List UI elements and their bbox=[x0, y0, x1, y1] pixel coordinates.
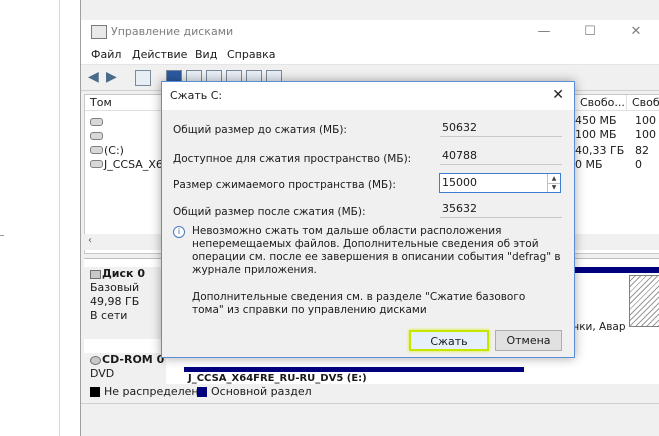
volume-free-percent: 82 bbox=[635, 144, 649, 157]
status-bar bbox=[81, 403, 659, 422]
volume-disk-icon bbox=[90, 132, 103, 140]
dialog-title: Сжать C: bbox=[170, 89, 223, 102]
volume-disk-icon bbox=[90, 118, 103, 126]
disk-0-name: Диск 0 bbox=[102, 267, 145, 280]
hard-disk-icon bbox=[90, 270, 101, 279]
volume-free-space: 40,33 ГБ bbox=[575, 144, 625, 157]
more-info-text: Дополнительные сведения см. в разделе "С… bbox=[192, 291, 526, 316]
back-arrow-icon[interactable]: ◀ bbox=[88, 70, 102, 84]
info-text: Невозможно сжать том дальше области расп… bbox=[192, 225, 561, 276]
menu-bar: Файл Действие Вид Справка bbox=[81, 44, 659, 65]
volume-name[interactable]: J_CCSA_X64 bbox=[104, 158, 170, 171]
panel-divider bbox=[59, 0, 60, 436]
dialog-close-button[interactable]: ✕ bbox=[552, 87, 564, 103]
panel-marker bbox=[0, 235, 4, 236]
disk-0-status: В сети bbox=[90, 309, 128, 322]
total-before-value: 50632 bbox=[440, 119, 562, 137]
disk-0-info[interactable]: Диск 0 Базовый 49,98 ГБ В сети bbox=[84, 267, 166, 339]
shrink-amount-label: Размер сжимаемого пространства (МБ): bbox=[173, 179, 396, 191]
legend-unallocated-swatch bbox=[90, 387, 100, 397]
dialog-titlebar: Сжать C: ✕ bbox=[162, 82, 574, 110]
window-title: Управление дисками bbox=[111, 25, 234, 38]
cdrom-volume-label: J_CCSA_X64FRE_RU-RU_DV5 (E:) bbox=[188, 373, 367, 384]
available-value: 40788 bbox=[440, 147, 562, 165]
selected-partition-hatch[interactable] bbox=[629, 275, 659, 327]
volume-free-space: 0 МБ bbox=[575, 158, 603, 171]
disk-0-size: 49,98 ГБ bbox=[90, 295, 140, 308]
legend: Не распределена Основной раздел bbox=[84, 384, 659, 400]
shrink-dialog: Сжать C: ✕ Общий размер до сжатия (МБ): … bbox=[161, 81, 575, 358]
menu-file[interactable]: Файл bbox=[91, 48, 121, 61]
minimize-button[interactable]: — bbox=[521, 20, 567, 44]
total-after-label: Общий размер после сжатия (МБ): bbox=[173, 206, 366, 218]
column-header-free-space[interactable]: Свобо... bbox=[575, 95, 627, 111]
menu-view[interactable]: Вид bbox=[195, 48, 217, 61]
total-after-value: 35632 bbox=[440, 200, 562, 218]
shrink-amount-stepper[interactable]: 15000 ▲ ▼ bbox=[439, 173, 561, 193]
cdrom-0-info[interactable]: CD-ROM 0 DVD bbox=[84, 353, 166, 387]
scroll-left-icon[interactable]: ‹ bbox=[88, 235, 92, 246]
disk-0-type: Базовый bbox=[90, 281, 140, 294]
cancel-button[interactable]: Отмена bbox=[495, 330, 562, 351]
volume-disk-icon bbox=[90, 160, 103, 168]
available-label: Доступное для сжатия пространство (МБ): bbox=[173, 153, 412, 165]
maximize-button[interactable]: ☐ bbox=[567, 20, 613, 44]
volume-free-percent: 100 bbox=[635, 114, 656, 127]
cdrom-0-name: CD-ROM 0 bbox=[102, 353, 165, 366]
cdrom-icon bbox=[90, 356, 101, 365]
volume-free-percent: 100 bbox=[635, 128, 656, 141]
legend-primary-swatch bbox=[197, 387, 207, 397]
column-header-free-percent[interactable]: Свобо bbox=[627, 95, 659, 111]
close-button[interactable]: ✕ bbox=[613, 20, 659, 44]
info-icon: i bbox=[173, 226, 185, 238]
volume-free-space: 450 МБ bbox=[575, 114, 617, 127]
volume-name[interactable]: (C:) bbox=[104, 144, 124, 157]
shrink-button[interactable]: Сжать bbox=[409, 330, 489, 351]
legend-unallocated-label: Не распределена bbox=[104, 385, 206, 398]
legend-primary-label: Основной раздел bbox=[211, 385, 312, 398]
partition-status: чки, Авар bbox=[573, 321, 626, 333]
window-titlebar: Управление дисками — ☐ ✕ bbox=[81, 20, 659, 44]
volume-disk-icon bbox=[90, 146, 103, 154]
volume-free-percent: 0 bbox=[635, 158, 642, 171]
volume-free-space: 100 МБ bbox=[575, 128, 617, 141]
cdrom-0-type: DVD bbox=[90, 367, 115, 380]
stepper-down-icon[interactable]: ▼ bbox=[547, 183, 560, 192]
menu-help[interactable]: Справка bbox=[227, 48, 275, 61]
background-panel bbox=[0, 0, 60, 436]
shrink-amount-input[interactable]: 15000 bbox=[442, 176, 477, 189]
total-before-label: Общий размер до сжатия (МБ): bbox=[173, 124, 347, 136]
console-tree-icon[interactable] bbox=[135, 70, 151, 86]
forward-arrow-icon[interactable]: ▶ bbox=[106, 70, 120, 84]
disk-management-icon bbox=[91, 25, 107, 39]
menu-action[interactable]: Действие bbox=[132, 48, 187, 61]
